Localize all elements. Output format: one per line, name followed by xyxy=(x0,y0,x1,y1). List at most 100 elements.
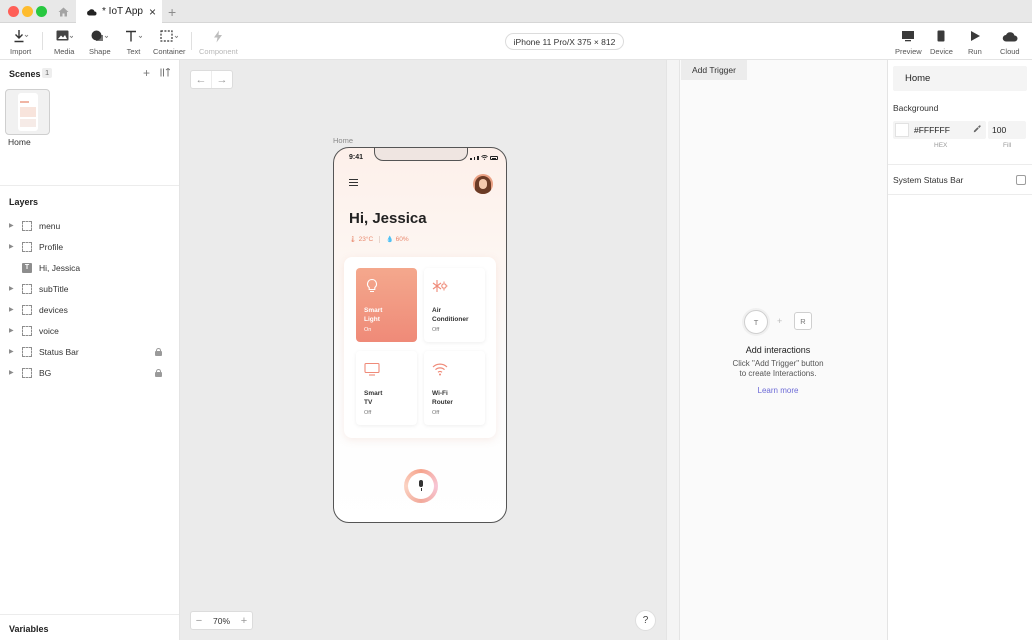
cloud-icon xyxy=(87,8,97,15)
add-trigger-button[interactable]: Add Trigger xyxy=(681,60,747,80)
greeting-heading: Hi, Jessica xyxy=(349,210,427,227)
background-hex-input[interactable]: #FFFFFF xyxy=(893,121,986,139)
interactions-panel: Add Trigger T + R Add interactions Click… xyxy=(680,60,888,640)
learn-more-link[interactable]: Learn more xyxy=(680,386,876,395)
variables-section[interactable]: Variables xyxy=(0,614,179,640)
layer-row-status-bar[interactable]: ▶ Status Bar xyxy=(0,341,179,362)
wifi-status-icon xyxy=(480,155,488,160)
scene-name-input[interactable]: Home xyxy=(893,66,1027,91)
device-state: Off xyxy=(432,327,440,333)
device-tile-smart-light[interactable]: Smart Light On xyxy=(356,268,417,342)
shape-button[interactable]: Shape xyxy=(89,27,111,56)
props-divider xyxy=(888,164,1032,165)
component-button[interactable]: Component xyxy=(199,27,238,56)
window-minimize-button[interactable] xyxy=(22,6,33,17)
window-close-button[interactable] xyxy=(8,6,19,17)
scene-label-home[interactable]: Home xyxy=(8,137,31,147)
layer-row-menu[interactable]: ▶ menu xyxy=(0,215,179,236)
expand-caret-icon[interactable]: ▶ xyxy=(9,348,18,355)
expand-caret-icon[interactable]: ▶ xyxy=(9,285,18,292)
add-scene-button[interactable]: + xyxy=(143,66,150,80)
props-divider xyxy=(888,194,1032,195)
zoom-out-button[interactable]: − xyxy=(191,615,207,627)
layer-name: voice xyxy=(39,325,59,336)
device-name: Smart Light xyxy=(364,307,383,323)
media-button[interactable]: Media xyxy=(54,27,74,56)
layer-row-subtitle[interactable]: ▶ subTitle xyxy=(0,278,179,299)
title-bar: * IoT App × + xyxy=(0,0,1032,23)
eyedropper-icon[interactable] xyxy=(973,125,981,135)
device-tile-wifi-router[interactable]: Wi-Fi Router Off xyxy=(424,351,485,425)
tab-close-icon[interactable]: × xyxy=(149,5,156,19)
empty-state-description: Click "Add Trigger" button to create Int… xyxy=(680,359,876,379)
image-icon xyxy=(56,27,73,45)
device-state: On xyxy=(364,327,372,333)
expand-caret-icon[interactable]: ▶ xyxy=(9,222,18,229)
new-tab-button[interactable]: + xyxy=(168,0,182,23)
run-button[interactable]: Run xyxy=(968,27,982,56)
panel-resize-handle[interactable] xyxy=(666,60,680,640)
shape-label: Shape xyxy=(89,47,111,56)
layer-row-profile[interactable]: ▶ Profile xyxy=(0,236,179,257)
container-button[interactable]: Container xyxy=(153,27,186,56)
layer-row-bg[interactable]: ▶ BG xyxy=(0,362,179,383)
text-button[interactable]: Text xyxy=(125,27,142,56)
import-button[interactable]: Import xyxy=(10,27,31,56)
help-button[interactable]: ? xyxy=(635,610,656,631)
lock-icon[interactable] xyxy=(155,368,162,377)
device-name: Wi-Fi Router xyxy=(432,390,453,406)
layer-name: devices xyxy=(39,304,68,315)
phone-artboard[interactable]: 9:41 Hi, Jessica 🌡 23°C 💧 60% Smart Ligh… xyxy=(333,147,507,523)
device-selector[interactable]: iPhone 11 Pro/X 375 × 812 xyxy=(505,33,624,50)
layers-title: Layers xyxy=(9,197,39,207)
background-label: Background xyxy=(893,103,939,113)
expand-caret-icon[interactable]: ▶ xyxy=(9,243,18,250)
zoom-control: − 70% + xyxy=(190,611,253,630)
variables-title: Variables xyxy=(9,624,49,634)
fill-sublabel: Fill xyxy=(1003,142,1012,149)
microphone-icon xyxy=(418,480,424,492)
window-zoom-button[interactable] xyxy=(36,6,47,17)
lightning-icon xyxy=(213,27,223,45)
voice-button[interactable] xyxy=(404,469,438,503)
expand-caret-icon[interactable]: ▶ xyxy=(9,327,18,334)
expand-caret-icon[interactable]: ▶ xyxy=(9,306,18,313)
forward-arrow-icon[interactable]: → xyxy=(211,71,232,88)
layer-name: menu xyxy=(39,220,61,231)
zoom-level[interactable]: 70% xyxy=(207,616,236,626)
preview-label: Preview xyxy=(895,47,922,56)
profile-avatar[interactable] xyxy=(473,174,493,194)
scene-sort-icon[interactable] xyxy=(160,67,171,79)
layer-row-devices[interactable]: ▶ devices xyxy=(0,299,179,320)
container-layer-icon xyxy=(22,346,32,357)
cloud-button[interactable]: Cloud xyxy=(1000,27,1020,56)
scene-thumbnail-home[interactable] xyxy=(5,89,50,135)
preview-button[interactable]: Preview xyxy=(895,27,922,56)
device-tile-smart-tv[interactable]: Smart TV Off xyxy=(356,351,417,425)
layer-row-voice[interactable]: ▶ voice xyxy=(0,320,179,341)
response-badge-icon: R xyxy=(794,312,812,330)
lock-icon[interactable] xyxy=(155,347,162,356)
hamburger-menu-icon[interactable] xyxy=(349,179,358,186)
device-name: Air Conditioner xyxy=(432,307,469,323)
color-swatch[interactable] xyxy=(895,123,909,137)
device-name: Smart TV xyxy=(364,390,383,406)
device-tile-air-conditioner[interactable]: Air Conditioner Off xyxy=(424,268,485,342)
container-layer-icon xyxy=(22,304,32,315)
expand-caret-icon[interactable]: ▶ xyxy=(9,369,18,376)
device-button[interactable]: Device xyxy=(930,27,953,56)
system-status-bar-checkbox[interactable] xyxy=(1016,175,1026,185)
zoom-in-button[interactable]: + xyxy=(236,615,252,627)
home-tab[interactable] xyxy=(52,0,74,23)
fill-opacity-input[interactable]: 100 xyxy=(988,121,1026,139)
document-tab[interactable]: * IoT App × xyxy=(76,0,162,23)
humidity-value: 60% xyxy=(395,236,409,243)
wifi-icon xyxy=(432,363,448,376)
home-icon xyxy=(58,7,68,16)
cloud-upload-icon xyxy=(1002,27,1018,45)
scenes-title: Scenes xyxy=(9,69,41,79)
layer-row-hi-jessica[interactable]: ▶ T Hi, Jessica xyxy=(0,257,179,278)
design-canvas[interactable]: ← → Home 9:41 Hi, Jessica 🌡 23°C 💧 60% S… xyxy=(180,60,666,640)
artboard-label: Home xyxy=(333,136,354,145)
back-arrow-icon[interactable]: ← xyxy=(191,71,211,88)
